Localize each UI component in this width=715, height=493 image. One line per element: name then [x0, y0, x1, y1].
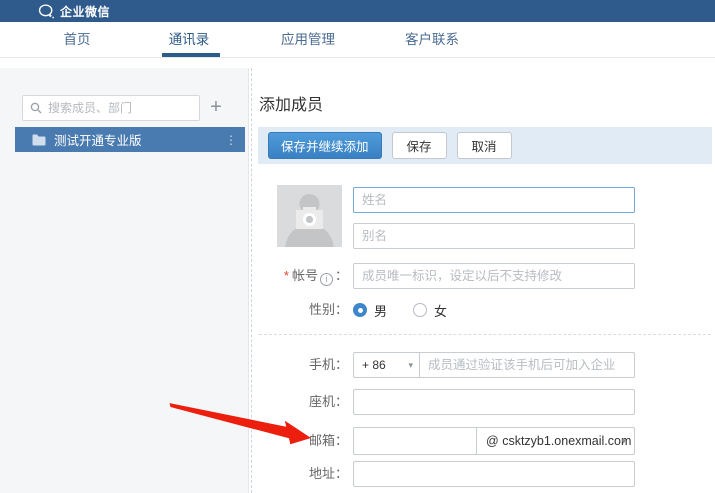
app-title: 企业微信 — [60, 3, 110, 20]
enterprise-wechat-admin: 企业微信 首页 通讯录 应用管理 客户联系 + 测试开通专业版 ⋮ 添加成员 — [0, 0, 715, 493]
required-mark: * — [284, 268, 289, 283]
primary-nav: 首页 通讯录 应用管理 客户联系 — [0, 22, 715, 58]
active-tab-indicator — [162, 53, 220, 57]
department-label: 测试开通专业版 — [54, 130, 223, 149]
tab-customer-contact[interactable]: 客户联系 — [405, 22, 459, 57]
name-row — [253, 187, 715, 213]
add-member-panel: 添加成员 保存并继续添加 保存 取消 *帐号i： — [253, 58, 715, 493]
gender-row: 性别： 男 女 — [253, 297, 715, 323]
country-code-value: + 86 — [362, 358, 408, 372]
email-domain-select[interactable]: @ csktzyb1.onexmail.com — [486, 428, 631, 454]
add-member-button[interactable]: + — [205, 95, 227, 121]
mobile-input[interactable] — [419, 352, 635, 378]
email-field-group: @ csktzyb1.onexmail.com ▾ — [353, 427, 635, 455]
panel-divider — [251, 68, 252, 493]
email-row: 邮箱： @ csktzyb1.onexmail.com ▾ — [253, 427, 715, 455]
gender-male-radio[interactable] — [353, 303, 367, 317]
gender-female-radio[interactable] — [413, 303, 427, 317]
mobile-label: 手机： — [253, 352, 348, 378]
search-input[interactable] — [48, 101, 192, 115]
address-row: 地址： — [253, 461, 715, 487]
department-item-selected[interactable]: 测试开通专业版 ⋮ — [15, 127, 245, 152]
search-icon — [30, 102, 42, 114]
account-row: *帐号i： — [253, 263, 715, 289]
department-more-icon[interactable]: ⋮ — [223, 133, 239, 147]
name-input[interactable] — [353, 187, 635, 213]
gender-female-label[interactable]: 女 — [434, 301, 447, 320]
country-code-select[interactable]: + 86 ▾ — [353, 352, 420, 378]
tab-home[interactable]: 首页 — [64, 22, 91, 57]
landline-row: 座机： — [253, 389, 715, 415]
save-button[interactable]: 保存 — [392, 132, 447, 159]
alias-row — [253, 223, 715, 249]
landline-input[interactable] — [353, 389, 635, 415]
email-label: 邮箱： — [253, 427, 348, 455]
save-and-continue-button[interactable]: 保存并继续添加 — [268, 132, 382, 159]
alias-input[interactable] — [353, 223, 635, 249]
chevron-down-icon: ▾ — [621, 428, 626, 454]
gender-male-label[interactable]: 男 — [374, 301, 387, 320]
cancel-button[interactable]: 取消 — [457, 132, 512, 159]
address-label: 地址： — [253, 461, 348, 487]
section-divider — [259, 334, 711, 335]
mobile-row: 手机： + 86 ▾ — [253, 352, 715, 378]
form-toolbar: 保存并继续添加 保存 取消 — [258, 127, 712, 164]
account-label: *帐号i： — [253, 263, 348, 289]
top-app-bar: 企业微信 — [0, 0, 715, 22]
email-local-input[interactable] — [353, 427, 477, 455]
search-box[interactable] — [22, 95, 200, 121]
page-title: 添加成员 — [259, 91, 323, 115]
tab-contacts[interactable]: 通讯录 — [169, 22, 210, 57]
tab-app-management[interactable]: 应用管理 — [281, 22, 335, 57]
info-icon[interactable]: i — [320, 273, 333, 286]
gender-label: 性别： — [253, 297, 348, 323]
wechat-work-logo-icon — [38, 4, 55, 19]
folder-icon — [32, 134, 46, 146]
gender-radio-group: 男 女 — [353, 297, 473, 323]
landline-label: 座机： — [253, 389, 348, 415]
address-input[interactable] — [353, 461, 635, 487]
chevron-down-icon: ▾ — [408, 360, 413, 371]
contacts-sidebar: + 测试开通专业版 ⋮ — [0, 68, 249, 493]
account-input[interactable] — [353, 263, 635, 289]
